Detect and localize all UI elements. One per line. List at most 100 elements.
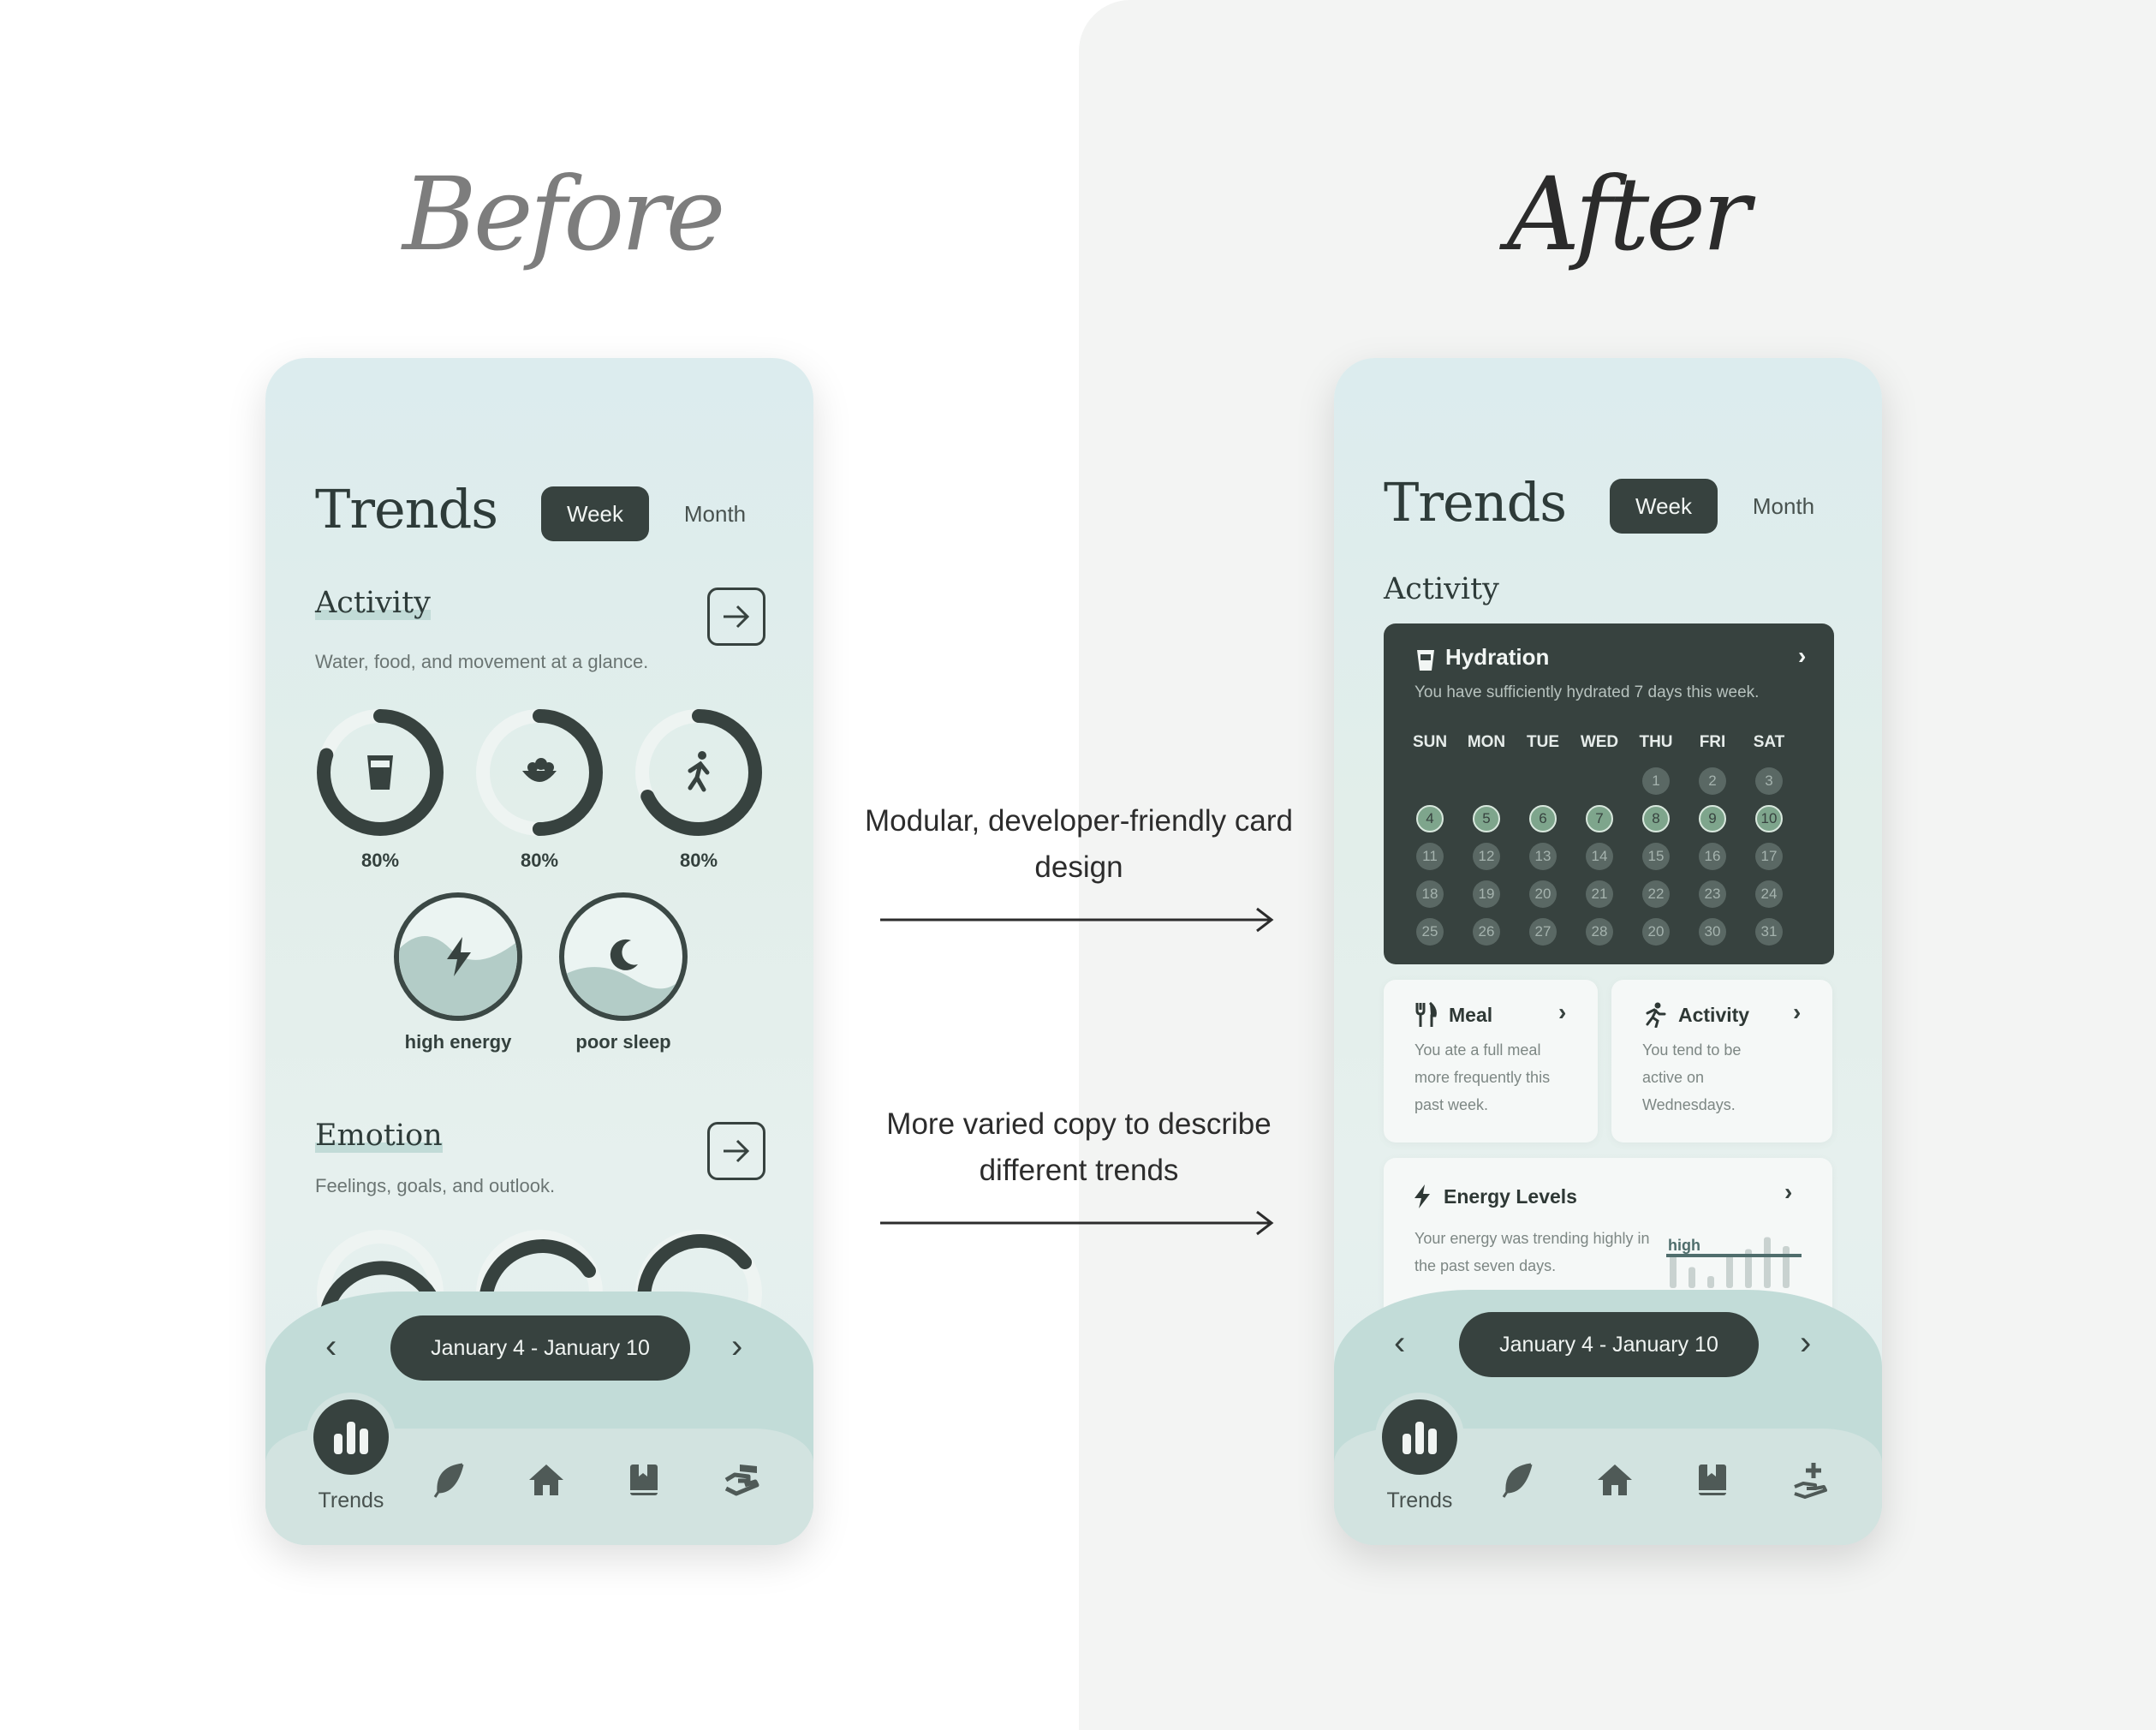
calendar-day[interactable]: 2 bbox=[1699, 767, 1726, 795]
calendar-day[interactable]: 11 bbox=[1416, 843, 1444, 870]
activity-chevron-icon: › bbox=[1793, 999, 1802, 1025]
calendar-day[interactable]: 7 bbox=[1586, 805, 1613, 832]
meal-chevron-icon: › bbox=[1558, 999, 1567, 1025]
energy-body: Your energy was trending highly in the p… bbox=[1415, 1230, 1650, 1274]
energy-bar bbox=[1726, 1255, 1733, 1288]
activity-card-title: Activity bbox=[1678, 1004, 1750, 1026]
emotion-subtitle: Feelings, goals, and outlook. bbox=[315, 1175, 556, 1196]
after-heading: After bbox=[1507, 155, 1750, 273]
calendar-day[interactable]: 19 bbox=[1473, 880, 1500, 908]
calendar-day[interactable]: 13 bbox=[1529, 843, 1557, 870]
calendar-day[interactable]: 3 bbox=[1755, 767, 1783, 795]
food-ring[interactable] bbox=[474, 707, 605, 838]
journal-icon[interactable] bbox=[625, 1461, 663, 1499]
nav-trends-button[interactable] bbox=[307, 1393, 396, 1482]
calendar-day[interactable]: 15 bbox=[1642, 843, 1670, 870]
water-ring[interactable] bbox=[315, 707, 445, 838]
meal-card[interactable]: Meal › You ate a full meal more frequent… bbox=[1384, 980, 1598, 1142]
weekday-label: THU bbox=[1639, 733, 1673, 751]
prev-week-button[interactable]: ‹ bbox=[1394, 1326, 1405, 1360]
date-range-pill[interactable]: January 4 - January 10 bbox=[1459, 1312, 1759, 1377]
calendar-day[interactable]: 22 bbox=[1642, 880, 1670, 908]
tab-week[interactable]: Week bbox=[1610, 479, 1718, 534]
meal-body: You ate a full meal more frequently this… bbox=[1415, 1041, 1551, 1113]
arrow-right-icon bbox=[880, 907, 1274, 933]
feather-icon[interactable] bbox=[1498, 1461, 1536, 1499]
sleep-label: poor sleep bbox=[575, 1031, 671, 1053]
calendar-day[interactable]: 28 bbox=[1586, 918, 1613, 946]
activity-open-button[interactable] bbox=[707, 588, 765, 646]
before-heading: Before bbox=[402, 155, 726, 273]
calendar-day[interactable]: 20 bbox=[1642, 918, 1670, 946]
calendar-day[interactable]: 17 bbox=[1755, 843, 1783, 870]
calendar-day[interactable]: 31 bbox=[1755, 918, 1783, 946]
nav-trends-label: Trends bbox=[318, 1488, 384, 1512]
energy-bar bbox=[1688, 1267, 1695, 1288]
calendar-day[interactable]: 27 bbox=[1529, 918, 1557, 946]
calendar-day[interactable]: 30 bbox=[1699, 918, 1726, 946]
calendar-day[interactable]: 5 bbox=[1473, 805, 1500, 832]
nav-trends-button[interactable] bbox=[1375, 1393, 1464, 1482]
calendar-day[interactable]: 21 bbox=[1586, 880, 1613, 908]
feather-icon[interactable] bbox=[430, 1461, 468, 1499]
activity-heading: Activity bbox=[1384, 572, 1499, 606]
bar-chart-icon bbox=[1403, 1422, 1437, 1454]
calendar-day[interactable]: 23 bbox=[1699, 880, 1726, 908]
home-icon[interactable] bbox=[527, 1461, 565, 1499]
next-week-button[interactable]: › bbox=[731, 1329, 742, 1363]
running-icon bbox=[1646, 1002, 1666, 1028]
hydration-chevron-icon: › bbox=[1798, 642, 1807, 669]
sleep-indicator[interactable] bbox=[559, 892, 688, 1021]
energy-bar bbox=[1707, 1276, 1714, 1288]
hand-plus-icon[interactable] bbox=[1791, 1461, 1829, 1499]
arrow-right-icon bbox=[724, 605, 750, 629]
after-phone: Trends Week Month Activity Hydration › Y… bbox=[1334, 358, 1882, 1545]
meal-title: Meal bbox=[1449, 1004, 1493, 1026]
hydration-subtitle: You have sufficiently hydrated 7 days th… bbox=[1415, 683, 1760, 701]
date-range-pill[interactable]: January 4 - January 10 bbox=[390, 1315, 690, 1381]
weekday-label: FRI bbox=[1699, 733, 1726, 751]
tab-week[interactable]: Week bbox=[541, 486, 649, 541]
calendar-day[interactable]: 12 bbox=[1473, 843, 1500, 870]
calendar-day[interactable]: 26 bbox=[1473, 918, 1500, 946]
weekday-label: WED bbox=[1580, 733, 1619, 751]
calendar-day[interactable]: 8 bbox=[1642, 805, 1670, 832]
food-percent: 80% bbox=[520, 850, 559, 871]
home-icon[interactable] bbox=[1596, 1461, 1634, 1499]
weekday-label: TUE bbox=[1527, 733, 1559, 751]
activity-card[interactable]: Activity › You tend to be active on Wedn… bbox=[1611, 980, 1832, 1142]
calendar-day[interactable]: 6 bbox=[1529, 805, 1557, 832]
calendar-day[interactable]: 24 bbox=[1755, 880, 1783, 908]
energy-indicator[interactable] bbox=[394, 892, 522, 1021]
before-phone: Trends Week Month Activity Water, food, … bbox=[265, 358, 813, 1545]
journal-icon[interactable] bbox=[1694, 1461, 1731, 1499]
weekday-label: MON bbox=[1467, 733, 1506, 751]
calendar-day[interactable]: 9 bbox=[1699, 805, 1726, 832]
bar-chart-icon bbox=[334, 1422, 368, 1454]
energy-chevron-icon: › bbox=[1784, 1178, 1793, 1205]
food-bowl-icon bbox=[522, 758, 557, 782]
next-week-button[interactable]: › bbox=[1800, 1326, 1811, 1360]
tab-month[interactable]: Month bbox=[661, 486, 769, 541]
calendar-day[interactable]: 1 bbox=[1642, 767, 1670, 795]
calendar-day[interactable]: 25 bbox=[1416, 918, 1444, 946]
prev-week-button[interactable]: ‹ bbox=[325, 1329, 337, 1363]
arrow-right-icon bbox=[724, 1139, 750, 1163]
water-percent: 80% bbox=[360, 850, 400, 871]
movement-ring[interactable] bbox=[634, 707, 764, 838]
activity-card-body: You tend to be active on Wednesdays. bbox=[1642, 1041, 1742, 1113]
lightning-icon bbox=[1415, 1184, 1430, 1208]
emotion-open-button[interactable] bbox=[707, 1122, 765, 1180]
hydration-card[interactable]: Hydration › You have sufficiently hydrat… bbox=[1384, 623, 1834, 964]
calendar-day[interactable]: 10 bbox=[1755, 805, 1783, 832]
calendar-day[interactable]: 20 bbox=[1529, 880, 1557, 908]
tab-month[interactable]: Month bbox=[1730, 479, 1837, 534]
calendar-day[interactable]: 18 bbox=[1416, 880, 1444, 908]
caption-varied-copy: More varied copy to describe different t… bbox=[886, 1107, 1272, 1187]
page-title: Trends bbox=[315, 478, 498, 540]
calendar-day[interactable]: 4 bbox=[1416, 805, 1444, 832]
support-hand-icon[interactable] bbox=[723, 1461, 760, 1499]
page-title: Trends bbox=[1384, 471, 1567, 534]
calendar-day[interactable]: 14 bbox=[1586, 843, 1613, 870]
calendar-day[interactable]: 16 bbox=[1699, 843, 1726, 870]
